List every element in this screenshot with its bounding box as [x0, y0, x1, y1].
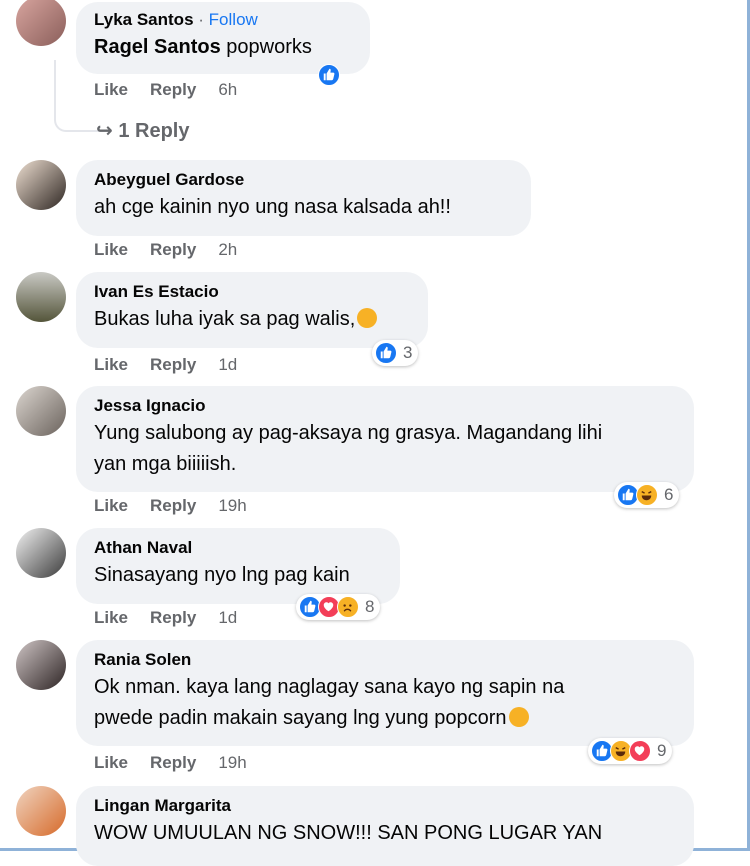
avatar[interactable] [16, 160, 66, 210]
reaction-count: 6 [664, 485, 674, 504]
separator-dot: · [198, 10, 204, 29]
reaction-summary[interactable]: 9 [588, 738, 673, 764]
comment-timestamp[interactable]: 1d [218, 355, 237, 375]
avatar[interactable] [16, 640, 66, 690]
comment-bubble: Jessa Ignacio Yung salubong ay pag-aksay… [76, 386, 694, 492]
avatar[interactable] [16, 272, 66, 322]
comment-timestamp[interactable]: 6h [218, 80, 237, 100]
comment-text-line: yan mga biiiiish. [94, 453, 237, 475]
comment-actions: Like Reply 1d [94, 608, 237, 628]
reply-button[interactable]: Reply [150, 240, 196, 260]
follow-link[interactable]: Follow [209, 10, 258, 29]
comment-text-line: Yung salubong ay pag-aksaya ng grasya. M… [94, 422, 603, 444]
comment-text: Ragel Santos popworks [94, 36, 312, 58]
comment-text: ah cge kainin nyo ung nasa kalsada ah!! [94, 196, 451, 218]
comment-timestamp[interactable]: 19h [218, 753, 246, 773]
reply-button[interactable]: Reply [150, 496, 196, 516]
mention-link[interactable]: Ragel Santos [94, 36, 221, 58]
comment-author[interactable]: Lyka Santos [94, 10, 194, 29]
reply-button[interactable]: Reply [150, 80, 196, 100]
like-button[interactable]: Like [94, 355, 128, 375]
haha-reaction-icon [636, 484, 658, 506]
comment-author[interactable]: Ivan Es Estacio [94, 280, 410, 304]
thread-line [54, 60, 100, 132]
comment-timestamp[interactable]: 1d [218, 608, 237, 628]
comment-actions: Like Reply 6h [94, 80, 237, 100]
comment-actions: Like Reply 19h [94, 496, 247, 516]
comment-text: WOW UMUULAN NG SNOW!!! SAN PONG LUGAR YA… [94, 822, 603, 844]
like-button[interactable]: Like [94, 753, 128, 773]
comment-text: Bukas luha iyak sa pag walis, [94, 304, 410, 335]
view-replies-link[interactable]: ↪ 1 Reply [96, 118, 189, 143]
sad-reaction-icon [337, 596, 359, 618]
like-reaction-icon [318, 64, 340, 86]
laughing-emoji-icon [357, 308, 378, 328]
avatar[interactable] [16, 386, 66, 436]
comment-author[interactable]: Rania Solen [94, 648, 676, 672]
comment-author[interactable]: Abeyguel Gardose [94, 168, 513, 192]
like-reaction-icon [375, 342, 397, 364]
comment-author[interactable]: Athan Naval [94, 536, 382, 560]
reaction-summary[interactable]: 3 [372, 340, 419, 366]
reaction-count: 9 [657, 741, 667, 760]
avatar[interactable] [16, 786, 66, 836]
comment-text: Sinasayang nyo lng pag kain [94, 564, 350, 586]
comment-actions: Like Reply 2h [94, 240, 237, 260]
comment-text-line: pwede padin makain sayang lng yung popco… [94, 703, 676, 734]
comment-bubble: Rania Solen Ok nman. kaya lang naglagay … [76, 640, 694, 746]
avatar[interactable] [16, 0, 66, 46]
comment-bubble: Ivan Es Estacio Bukas luha iyak sa pag w… [76, 272, 428, 348]
reply-arrow-icon: ↪ [96, 120, 113, 142]
reaction-summary[interactable] [316, 62, 340, 88]
comment-actions: Like Reply 1d [94, 355, 237, 375]
reaction-count: 3 [403, 343, 413, 362]
comment-actions: Like Reply 19h [94, 753, 247, 773]
comment-text-line: Ok nman. kaya lang naglagay sana kayo ng… [94, 676, 565, 698]
reply-button[interactable]: Reply [150, 355, 196, 375]
comment-timestamp[interactable]: 19h [218, 496, 246, 516]
reaction-summary[interactable]: 8 [296, 594, 381, 620]
comment-timestamp[interactable]: 2h [218, 240, 237, 260]
like-button[interactable]: Like [94, 240, 128, 260]
comment-author[interactable]: Lingan Margarita [94, 794, 676, 818]
comment-bubble: Lingan Margarita WOW UMUULAN NG SNOW!!! … [76, 786, 694, 866]
reply-button[interactable]: Reply [150, 753, 196, 773]
like-button[interactable]: Like [94, 608, 128, 628]
comment-author[interactable]: Jessa Ignacio [94, 394, 676, 418]
reaction-count: 8 [365, 597, 375, 616]
like-button[interactable]: Like [94, 496, 128, 516]
reaction-summary[interactable]: 6 [614, 482, 680, 508]
grinning-emoji-icon [508, 707, 529, 727]
avatar[interactable] [16, 528, 66, 578]
love-reaction-icon [629, 740, 651, 762]
comment-bubble: Athan Naval Sinasayang nyo lng pag kain [76, 528, 400, 604]
reply-button[interactable]: Reply [150, 608, 196, 628]
comment-bubble: Abeyguel Gardose ah cge kainin nyo ung n… [76, 160, 531, 236]
